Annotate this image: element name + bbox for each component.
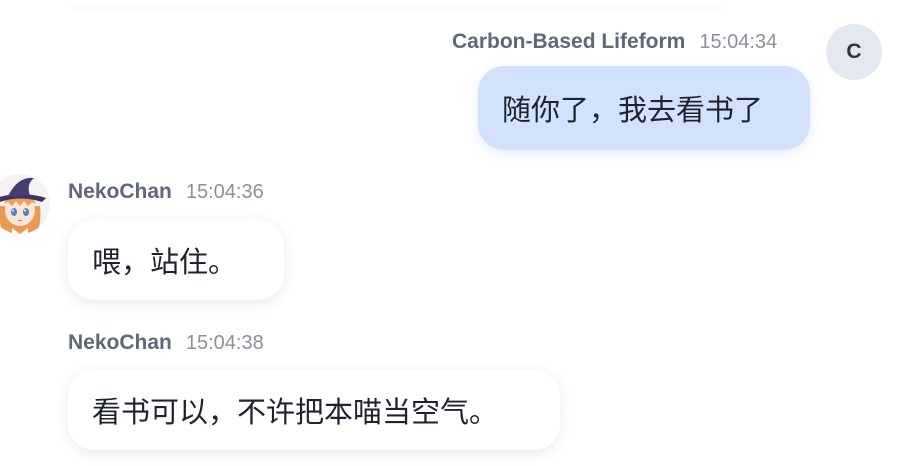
message-bubble[interactable]: 喂，站住。: [68, 220, 284, 300]
message-text: 喂，站住。: [92, 247, 238, 279]
message-timestamp: 15:04:34: [699, 31, 778, 53]
chat-window: Carbon-Based Lifeform 15:04:34 C 随你了，我去看…: [0, 0, 908, 466]
message-text: 随你了，我去看书了: [502, 95, 764, 127]
message-bubble[interactable]: 看书可以，不许把本喵当空气。: [68, 370, 560, 450]
sender-name: NekoChan: [68, 331, 172, 354]
message-timestamp: 15:04:38: [185, 332, 264, 354]
previous-message-edge: [68, 0, 728, 12]
neko-avatar-icon[interactable]: [0, 174, 50, 234]
message-header: NekoChan 15:04:36: [68, 180, 264, 204]
sender-name: NekoChan: [68, 180, 172, 203]
message-header: Carbon-Based Lifeform 15:04:34: [452, 30, 777, 54]
message-text: 看书可以，不许把本喵当空气。: [92, 397, 499, 429]
message-header: NekoChan 15:04:38: [68, 331, 264, 355]
message-bubble[interactable]: 随你了，我去看书了: [478, 66, 810, 150]
avatar-letter: C: [846, 40, 862, 63]
avatar[interactable]: C: [826, 24, 882, 80]
sender-name: Carbon-Based Lifeform: [452, 30, 686, 53]
message-timestamp: 15:04:36: [185, 181, 264, 203]
